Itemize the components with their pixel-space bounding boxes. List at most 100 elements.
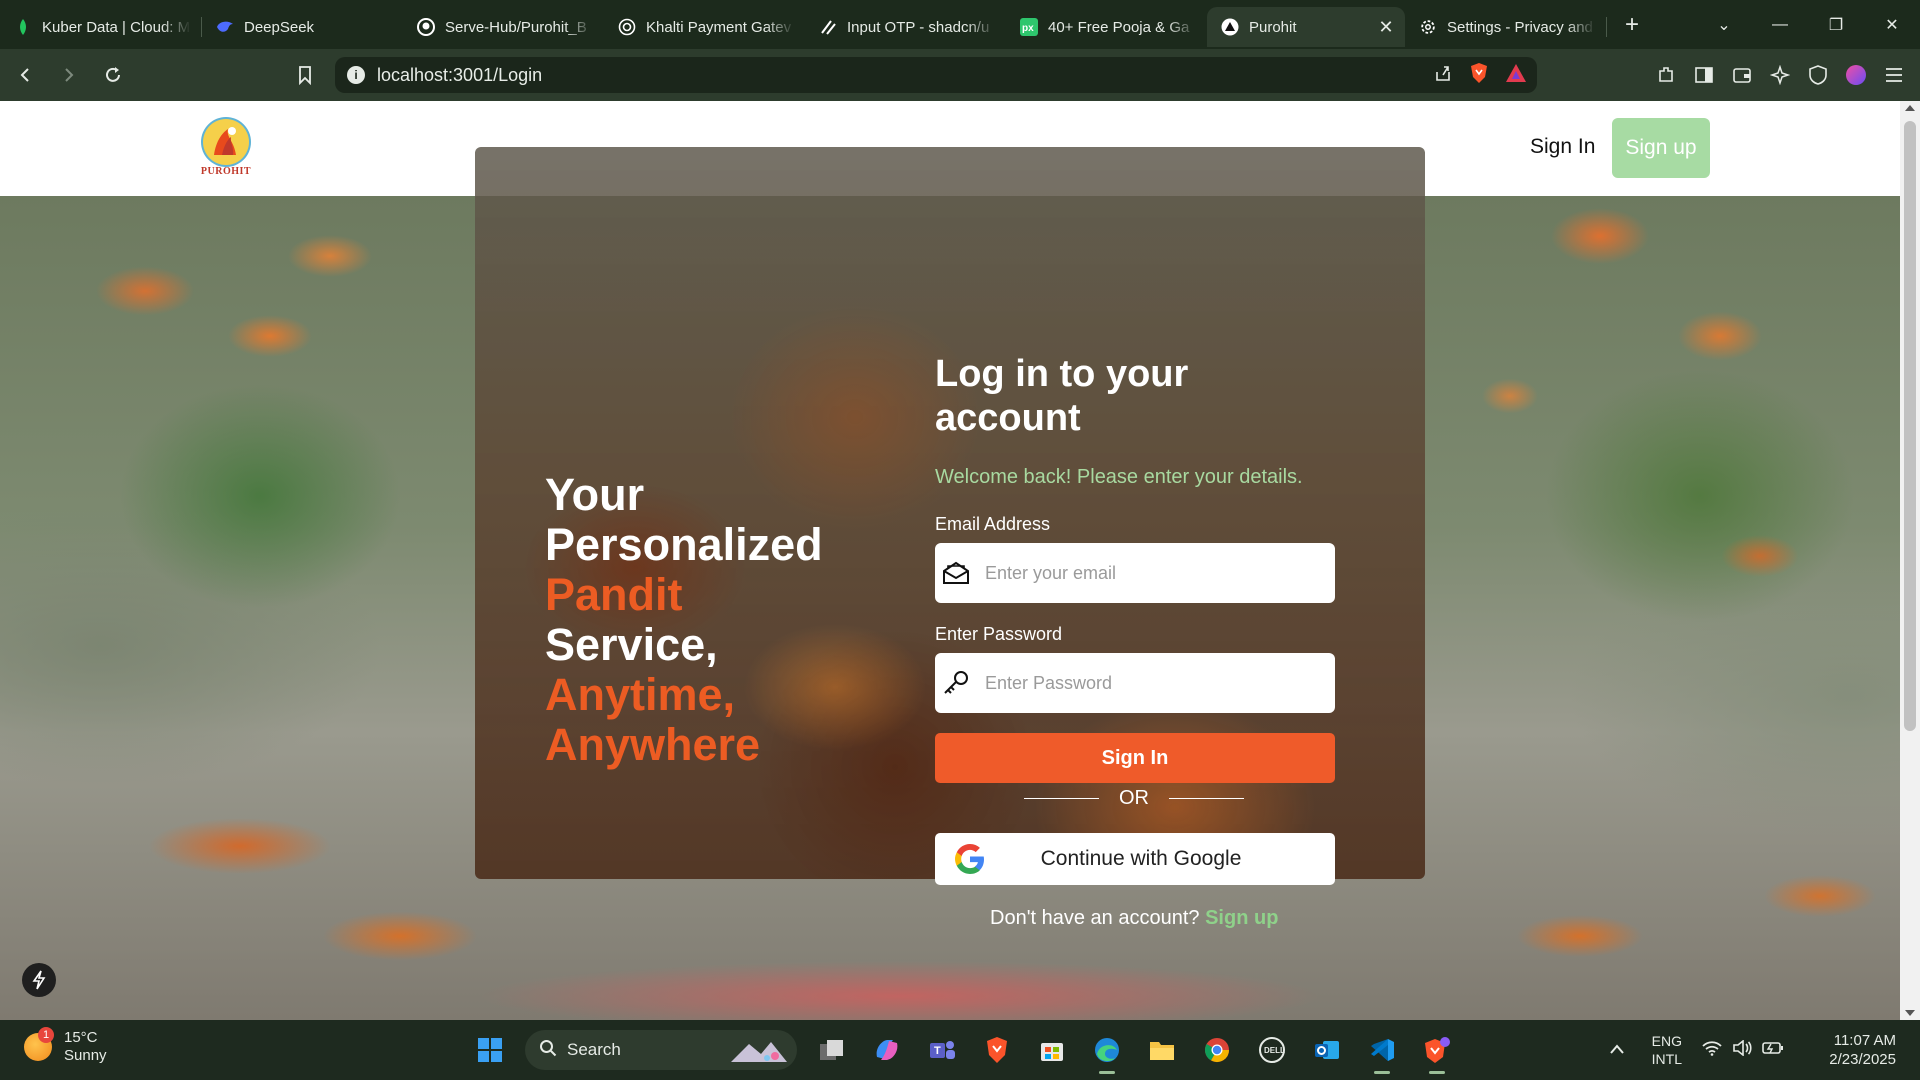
login-title: Log in to your account <box>935 353 1189 439</box>
vpn-shield-icon[interactable] <box>1806 63 1830 87</box>
continue-with-google-button[interactable]: Continue with Google <box>935 833 1335 885</box>
tab-divider <box>1606 17 1607 37</box>
sign-up-link[interactable]: Sign up <box>1205 907 1278 929</box>
header-sign-in-link[interactable]: Sign In <box>1530 135 1595 159</box>
windows-taskbar: 1 15°C Sunny Search T DELL ENG INTL 11:0… <box>0 1020 1920 1080</box>
chrome-icon[interactable] <box>1197 1030 1237 1070</box>
scroll-down-arrow-icon[interactable] <box>1905 1010 1915 1016</box>
taskbar-search[interactable]: Search <box>525 1030 797 1070</box>
header-sign-up-button[interactable]: Sign up <box>1612 118 1710 178</box>
new-tab-button[interactable]: + <box>1617 11 1647 39</box>
chevron-up-icon[interactable] <box>1609 1041 1624 1059</box>
password-input[interactable] <box>985 672 1315 694</box>
close-icon[interactable]: ✕ <box>1377 17 1395 38</box>
tagline-line-accent: Anywhere <box>545 719 761 770</box>
profile-avatar[interactable] <box>1844 63 1868 87</box>
browser-tab-bar: Kuber Data | Cloud: M DeepSeek Serve-Hub… <box>0 0 1920 49</box>
brave-rewards-icon[interactable] <box>1505 63 1527 88</box>
search-label: Search <box>567 1040 621 1059</box>
tab-purohit[interactable]: Purohit ✕ <box>1207 7 1405 47</box>
svg-text:px: px <box>1022 23 1034 34</box>
vscode-icon[interactable] <box>1362 1030 1402 1074</box>
tagline-line: Service, <box>545 619 718 670</box>
scrollbar-thumb[interactable] <box>1904 121 1916 731</box>
key-icon <box>941 668 971 698</box>
email-label: Email Address <box>935 514 1051 534</box>
or-text: OR <box>1119 786 1149 809</box>
brave-nightly-icon[interactable] <box>1417 1030 1457 1074</box>
tab-deepseek[interactable]: DeepSeek <box>202 7 403 47</box>
password-label: Enter Password <box>935 624 1063 644</box>
deepseek-icon <box>216 18 234 36</box>
sign-in-button[interactable]: Sign In <box>935 733 1335 783</box>
email-input[interactable] <box>985 562 1315 584</box>
bookmark-icon[interactable] <box>286 56 324 94</box>
tab-search-chevron-icon[interactable]: ⌄ <box>1696 15 1752 35</box>
clock-time: 11:07 AM <box>1833 1032 1896 1049</box>
url-text[interactable]: localhost:3001/Login <box>377 65 542 86</box>
menu-icon[interactable] <box>1882 63 1906 87</box>
brave-icon[interactable] <box>977 1030 1017 1070</box>
forward-arrow-icon[interactable] <box>50 56 88 94</box>
wifi-icon <box>1702 1040 1722 1061</box>
svg-text:T: T <box>934 1045 941 1057</box>
clock[interactable]: 11:07 AM 2/23/2025 <box>1806 1031 1896 1069</box>
pixabay-icon: px <box>1020 18 1038 36</box>
copilot-icon[interactable] <box>867 1030 907 1070</box>
password-field[interactable] <box>935 653 1335 713</box>
outlook-icon[interactable] <box>1307 1030 1347 1070</box>
shadcn-icon <box>819 18 837 36</box>
tab-khalti[interactable]: Khalti Payment Gatev <box>604 7 805 47</box>
quick-settings[interactable] <box>1702 1038 1784 1061</box>
volume-icon <box>1732 1038 1752 1061</box>
sun-icon: 1 <box>24 1027 54 1061</box>
extensions-icon[interactable] <box>1654 63 1678 87</box>
file-explorer-icon[interactable] <box>1142 1030 1182 1070</box>
email-field[interactable] <box>935 543 1335 603</box>
search-icon <box>539 1039 557 1062</box>
tab-label: Purohit <box>1249 18 1297 36</box>
window-close-icon[interactable]: ✕ <box>1864 15 1920 35</box>
tab-kuber-data[interactable]: Kuber Data | Cloud: M <box>0 7 201 47</box>
hero-tagline: Your Personalized Pandit Service, Anytim… <box>545 470 865 770</box>
svg-text:DELL: DELL <box>1264 1046 1285 1055</box>
edge-icon[interactable] <box>1087 1030 1127 1074</box>
lightning-icon[interactable] <box>22 963 56 997</box>
tagline-line: Your <box>545 469 645 520</box>
windows-start-icon[interactable] <box>470 1030 510 1070</box>
github-icon <box>417 18 435 36</box>
tab-shadcn[interactable]: Input OTP - shadcn/u <box>805 7 1006 47</box>
sidebar-icon[interactable] <box>1692 63 1716 87</box>
weather-widget[interactable]: 1 15°C Sunny <box>24 1027 107 1065</box>
tagline-line-accent: Pandit <box>545 569 683 620</box>
wallet-icon[interactable] <box>1730 63 1754 87</box>
minimize-icon[interactable]: — <box>1752 16 1808 34</box>
notification-badge: 1 <box>38 1027 54 1043</box>
logo-wordmark: PUROHIT <box>200 166 252 177</box>
leo-ai-icon[interactable] <box>1768 63 1792 87</box>
tagline-line-accent: Anytime, <box>545 669 736 720</box>
reload-icon[interactable] <box>94 56 132 94</box>
tab-pixabay[interactable]: px 40+ Free Pooja & Ga <box>1006 7 1207 47</box>
back-arrow-icon[interactable] <box>6 56 44 94</box>
task-view-icon[interactable] <box>812 1030 852 1070</box>
battery-icon <box>1762 1041 1784 1060</box>
teams-icon[interactable]: T <box>922 1030 962 1070</box>
system-tray: ENG INTL 11:07 AM 2/23/2025 <box>1609 1020 1920 1080</box>
scroll-up-arrow-icon[interactable] <box>1905 105 1915 111</box>
brave-shields-icon[interactable] <box>1469 62 1489 89</box>
tab-github[interactable]: Serve-Hub/Purohit_B <box>403 7 604 47</box>
site-info-icon[interactable]: i <box>347 66 365 84</box>
url-bar[interactable]: i localhost:3001/Login <box>335 57 1537 93</box>
dell-icon[interactable]: DELL <box>1252 1030 1292 1070</box>
restore-icon[interactable]: ❐ <box>1808 15 1864 35</box>
store-icon[interactable] <box>1032 1030 1072 1070</box>
clock-date: 2/23/2025 <box>1829 1051 1896 1068</box>
share-icon[interactable] <box>1433 63 1453 88</box>
page-scrollbar[interactable] <box>1900 101 1920 1020</box>
tab-label: DeepSeek <box>244 18 315 36</box>
tab-settings[interactable]: Settings - Privacy and <box>1405 7 1606 47</box>
language-indicator[interactable]: ENG INTL <box>1652 1032 1682 1068</box>
divider-line <box>1169 797 1244 799</box>
weather-temp: 15°C <box>64 1029 98 1046</box>
